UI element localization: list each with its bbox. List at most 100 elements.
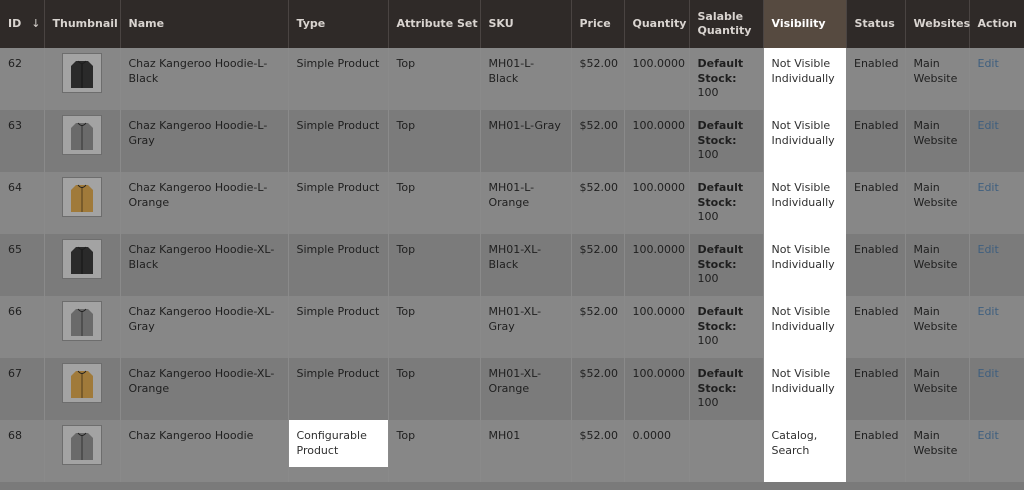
- cell-action: Edit: [969, 110, 1024, 172]
- column-header-sku[interactable]: SKU: [480, 0, 572, 48]
- product-rows: 62 Chaz Kangeroo Hoodie-L- Black Simple Pro…: [0, 48, 1024, 482]
- edit-link[interactable]: Edit: [978, 429, 999, 442]
- cell-quantity: 100.0000: [624, 296, 690, 358]
- cell-type: Simple Product: [288, 110, 389, 172]
- cell-status: Enabled: [846, 358, 906, 420]
- table-row[interactable]: 67 Chaz Kangeroo Hoodie-XL- Orange Simple P…: [0, 358, 1024, 420]
- cell-websites: Main Website: [905, 48, 970, 110]
- column-header-quantity[interactable]: Quantity: [624, 0, 690, 48]
- cell-thumbnail[interactable]: [44, 48, 121, 110]
- cell-price: $52.00: [571, 234, 625, 296]
- cell-thumbnail[interactable]: [44, 358, 121, 420]
- edit-link[interactable]: Edit: [978, 181, 999, 194]
- edit-link[interactable]: Edit: [978, 243, 999, 256]
- cell-id: 68: [0, 420, 45, 482]
- cell-sku: MH01-L-Black: [480, 48, 572, 110]
- cell-thumbnail[interactable]: [44, 420, 121, 482]
- cell-sku: MH01-XL- Orange: [480, 358, 572, 420]
- column-header-type[interactable]: Type: [288, 0, 389, 48]
- hoodie-image: [63, 178, 101, 216]
- product-thumbnail[interactable]: [62, 177, 102, 217]
- column-header-attribute-set[interactable]: Attribute Set: [388, 0, 481, 48]
- cell-visibility: Not Visible Individually: [763, 48, 846, 110]
- cell-quantity: 100.0000: [624, 110, 690, 172]
- cell-thumbnail[interactable]: [44, 172, 121, 234]
- cell-status: Enabled: [846, 110, 906, 172]
- cell-price: $52.00: [571, 172, 625, 234]
- table-row[interactable]: 63 Chaz Kangeroo Hoodie-L- Gray Simple Prod…: [0, 110, 1024, 172]
- edit-link[interactable]: Edit: [978, 57, 999, 70]
- cell-action: Edit: [969, 420, 1024, 482]
- product-thumbnail[interactable]: [62, 301, 102, 341]
- column-header-id[interactable]: ID ↓: [0, 0, 45, 48]
- cell-price: $52.00: [571, 110, 625, 172]
- edit-link[interactable]: Edit: [978, 119, 999, 132]
- cell-quantity: 100.0000: [624, 234, 690, 296]
- cell-action: Edit: [969, 48, 1024, 110]
- cell-thumbnail[interactable]: [44, 234, 121, 296]
- cell-salable-quantity: Default Stock: 100: [689, 296, 764, 358]
- cell-status: Enabled: [846, 172, 906, 234]
- cell-sku: MH01-L-Gray: [480, 110, 572, 172]
- cell-type: Simple Product: [288, 358, 389, 420]
- cell-type: Simple Product: [288, 296, 389, 358]
- product-thumbnail[interactable]: [62, 115, 102, 155]
- cell-thumbnail[interactable]: [44, 296, 121, 358]
- cell-price: $52.00: [571, 358, 625, 420]
- cell-attribute-set: Top: [388, 358, 481, 420]
- cell-attribute-set: Top: [388, 48, 481, 110]
- cell-websites: Main Website: [905, 296, 970, 358]
- cell-visibility: Not Visible Individually: [763, 234, 846, 296]
- cell-price: $52.00: [571, 296, 625, 358]
- column-header-websites[interactable]: Websites: [905, 0, 970, 48]
- table-row[interactable]: 66 Chaz Kangeroo Hoodie-XL- Gray Simple Pro…: [0, 296, 1024, 358]
- cell-type: Simple Product: [288, 48, 389, 110]
- hoodie-image: [63, 426, 101, 464]
- cell-thumbnail[interactable]: [44, 110, 121, 172]
- table-row[interactable]: 65 Chaz Kangeroo Hoodie-XL- Black Simple Pr…: [0, 234, 1024, 296]
- cell-action: Edit: [969, 234, 1024, 296]
- header-row: ID ↓ Thumbnail Name Type Attribute Set SK…: [0, 0, 1024, 48]
- sort-down-icon[interactable]: ↓: [31, 17, 40, 31]
- cell-salable-quantity: [689, 420, 764, 482]
- cell-attribute-set: Top: [388, 172, 481, 234]
- cell-name: Chaz Kangeroo Hoodie-L- Gray: [120, 110, 289, 172]
- cell-status: Enabled: [846, 48, 906, 110]
- table-row[interactable]: 62 Chaz Kangeroo Hoodie-L- Black Simple Pro…: [0, 48, 1024, 110]
- product-thumbnail[interactable]: [62, 363, 102, 403]
- cell-name: Chaz Kangeroo Hoodie-L- Orange: [120, 172, 289, 234]
- product-grid: ID ↓ Thumbnail Name Type Attribute Set SK…: [0, 0, 1024, 490]
- table-row[interactable]: 68 Chaz Kangeroo Hoodie Configurable Produc…: [0, 420, 1024, 482]
- product-table: ID ↓ Thumbnail Name Type Attribute Set SK…: [0, 0, 1024, 482]
- cell-name: Chaz Kangeroo Hoodie-L- Black: [120, 48, 289, 110]
- cell-visibility: Not Visible Individually: [763, 172, 846, 234]
- cell-visibility: Not Visible Individually: [763, 110, 846, 172]
- cell-salable-quantity: Default Stock: 100: [689, 358, 764, 420]
- hoodie-image: [63, 302, 101, 340]
- cell-attribute-set: Top: [388, 296, 481, 358]
- column-header-name[interactable]: Name: [120, 0, 289, 48]
- cell-attribute-set: Top: [388, 234, 481, 296]
- cell-id: 63: [0, 110, 45, 172]
- cell-attribute-set: Top: [388, 420, 481, 482]
- edit-link[interactable]: Edit: [978, 305, 999, 318]
- table-row[interactable]: 64 Chaz Kangeroo Hoodie-L- Orange Simple Pr…: [0, 172, 1024, 234]
- product-thumbnail[interactable]: [62, 425, 102, 465]
- column-header-status[interactable]: Status: [846, 0, 906, 48]
- cell-price: $52.00: [571, 48, 625, 110]
- cell-status: Enabled: [846, 296, 906, 358]
- column-header-visibility[interactable]: Visibility: [763, 0, 847, 48]
- column-header-price[interactable]: Price: [571, 0, 625, 48]
- product-thumbnail[interactable]: [62, 53, 102, 93]
- cell-websites: Main Website: [905, 172, 970, 234]
- cell-id: 64: [0, 172, 45, 234]
- cell-websites: Main Website: [905, 358, 970, 420]
- cell-quantity: 100.0000: [624, 172, 690, 234]
- hoodie-image: [63, 240, 101, 278]
- edit-link[interactable]: Edit: [978, 367, 999, 380]
- cell-quantity: 100.0000: [624, 358, 690, 420]
- cell-quantity: 0.0000: [624, 420, 690, 482]
- cell-salable-quantity: Default Stock: 100: [689, 48, 764, 110]
- product-thumbnail[interactable]: [62, 239, 102, 279]
- cell-name: Chaz Kangeroo Hoodie-XL- Black: [120, 234, 289, 296]
